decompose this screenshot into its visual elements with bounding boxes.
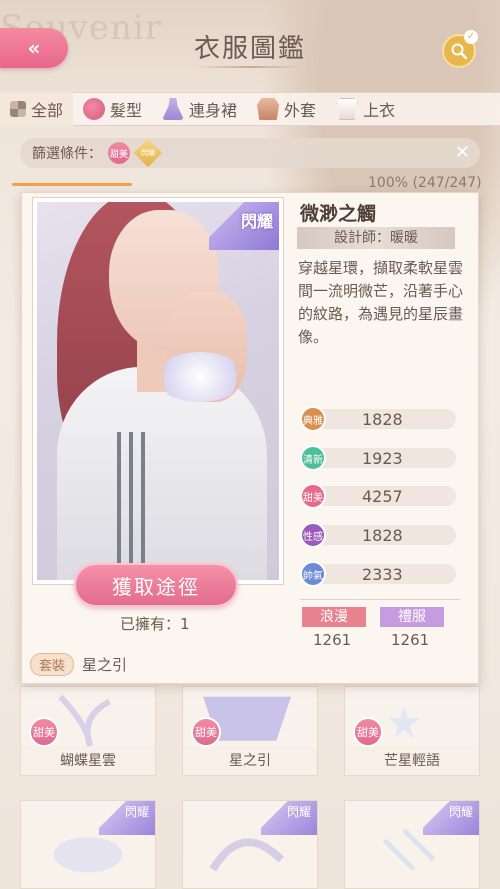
dress-icon [162, 98, 185, 120]
sweet-badge: 甜美 [353, 717, 383, 747]
style-value-formal: 1261 [391, 631, 430, 649]
grid-icon [10, 101, 26, 117]
grid-item-label: 星之引 [183, 747, 317, 775]
style-tag-formal: 禮服 [380, 607, 444, 627]
category-tabs: 全部 髮型 連身裙 外套 上衣 [0, 92, 500, 126]
tab-label: 上衣 [363, 101, 396, 120]
tab-hair[interactable]: 髮型 [73, 92, 152, 126]
grid-item[interactable]: 甜美 蝴蝶星雲 [20, 686, 156, 776]
stat-row-sexy: 性感 1828 [300, 522, 456, 548]
character-portrait: 閃耀 [37, 202, 279, 580]
top-bar: « 衣服圖鑑 ✓ [0, 0, 500, 90]
tab-label: 連身裙 [189, 101, 238, 120]
designer-label: 設計師：暖暖 [297, 227, 455, 249]
set-tag: 套裝 [30, 653, 75, 676]
portrait-body [57, 367, 267, 580]
grid-item-label: 蝴蝶星雲 [21, 747, 155, 775]
stat-value: 1828 [362, 525, 403, 545]
filter-tag-shine-label: 閃耀 [141, 149, 155, 157]
stat-value: 1923 [362, 448, 403, 468]
shine-badge: 閃耀 [261, 801, 317, 835]
close-icon[interactable]: ✕ [455, 142, 470, 163]
stat-row-fresh: 清新 1923 [300, 445, 456, 471]
hair-icon [83, 98, 106, 120]
search-icon [451, 43, 468, 60]
collection-progress-text: 100% (247/247) [368, 175, 482, 191]
shine-badge: 閃耀 [209, 202, 279, 250]
grid-item[interactable]: 甜美 星之引 [182, 686, 318, 776]
grid-item[interactable]: 閃耀 [182, 800, 318, 889]
stat-row-elegant: 典雅 1828 [300, 406, 456, 432]
glove-accessory [155, 352, 245, 402]
divider [300, 599, 460, 600]
top-icon [336, 98, 359, 120]
filter-tag-shine[interactable]: 閃耀 [133, 138, 163, 168]
shine-badge: 閃耀 [99, 801, 155, 835]
style-value-romantic: 1261 [313, 631, 352, 649]
coat-icon [257, 98, 280, 120]
filter-bar: 篩選條件： 甜美 閃耀 ✕ [20, 138, 480, 168]
tab-all[interactable]: 全部 [0, 92, 74, 126]
tab-label: 髮型 [110, 101, 143, 120]
stat-value: 1828 [362, 409, 403, 429]
grid-item-label: 芒星輕語 [345, 747, 479, 775]
filter-tag-sweet[interactable]: 甜美 [108, 142, 130, 164]
set-name: 星之引 [82, 656, 128, 674]
fresh-icon: 清新 [300, 445, 326, 471]
get-source-button[interactable]: 獲取途徑 [74, 563, 238, 607]
sexy-icon: 性感 [300, 522, 326, 548]
item-name: 微渺之觸 [300, 203, 377, 225]
tab-label: 外套 [284, 101, 317, 120]
grid-item[interactable]: 閃耀 [20, 800, 156, 889]
stat-value: 2333 [362, 564, 403, 584]
tab-top[interactable]: 上衣 [326, 92, 405, 126]
tab-label: 全部 [31, 101, 64, 120]
portrait-stripe [141, 432, 145, 580]
stat-value: 4257 [362, 486, 403, 506]
cool-icon: 帥氣 [300, 561, 326, 587]
elegant-icon: 典雅 [300, 406, 326, 432]
portrait-stripe [129, 432, 133, 580]
sweet-badge: 甜美 [29, 717, 59, 747]
title-flourish [195, 66, 305, 68]
stat-row-cool: 帥氣 2333 [300, 561, 456, 587]
tab-coat[interactable]: 外套 [247, 92, 326, 126]
collection-progress-bar [12, 183, 132, 186]
item-description: 穿越星環，擷取柔軟星雲間一流明微芒，沿著手心的紋路，為遇見的星辰畫像。 [298, 259, 464, 346]
item-detail-card: 閃耀 獲取途徑 已擁有：1 套裝 星之引 微渺之觸 設計師：暖暖 穿越星環，擷取… [21, 192, 479, 684]
sweet-badge: 甜美 [191, 717, 221, 747]
check-icon: ✓ [464, 30, 478, 44]
portrait-stripe [117, 432, 121, 580]
set-info[interactable]: 套裝 星之引 [30, 653, 127, 676]
tab-dress[interactable]: 連身裙 [152, 92, 247, 126]
page-title: 衣服圖鑑 [193, 34, 306, 64]
grid-item[interactable]: 甜美 芒星輕語 [344, 686, 480, 776]
stat-row-sweet: 甜美 4257 [300, 483, 456, 509]
portrait-frame: 閃耀 [32, 197, 284, 585]
style-tag-romantic: 浪漫 [302, 607, 366, 627]
owned-count: 已擁有：1 [120, 615, 190, 633]
grid-item[interactable]: 閃耀 [344, 800, 480, 889]
shine-badge: 閃耀 [423, 801, 479, 835]
sweet-icon: 甜美 [300, 483, 326, 509]
filter-label: 篩選條件： [32, 146, 102, 162]
